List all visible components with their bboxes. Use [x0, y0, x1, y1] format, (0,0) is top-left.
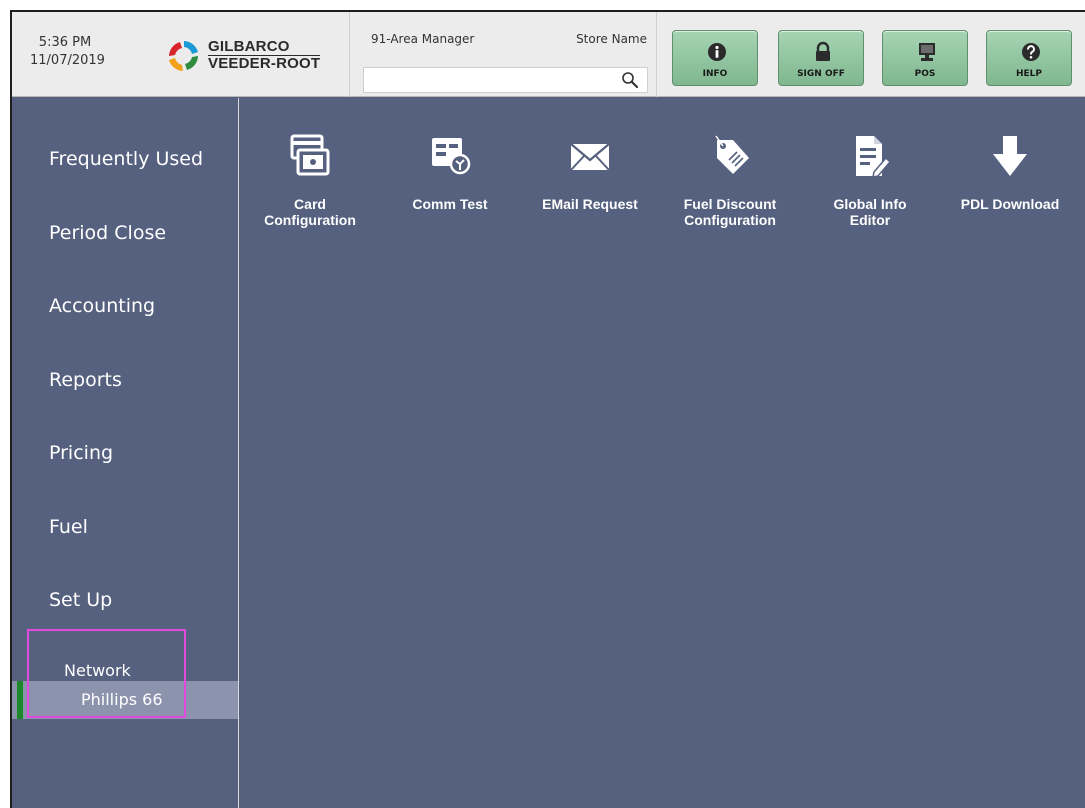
user-role: 91-Area Manager — [371, 32, 475, 46]
sidebar-item-accounting[interactable]: Accounting — [49, 295, 155, 317]
info-icon — [708, 43, 726, 61]
search-icon[interactable] — [621, 71, 639, 89]
clock-date: 11/07/2019 — [30, 53, 105, 68]
tile-label: Comm Test — [412, 196, 488, 212]
help-button-label: HELP — [1015, 69, 1042, 79]
comm-test-icon — [432, 138, 471, 175]
logo-line-1: GILBARCO — [208, 38, 290, 55]
app-window: 5:36 PM 11/07/2019 GILBARCO VEEDER-ROOT … — [10, 10, 1085, 808]
sidebar-item-pricing[interactable]: Pricing — [49, 442, 113, 464]
header-bar: 5:36 PM 11/07/2019 GILBARCO VEEDER-ROOT … — [12, 12, 1085, 97]
gilbarco-logo: GILBARCO VEEDER-ROOT — [165, 36, 335, 76]
email-icon — [570, 143, 610, 171]
tile-label: PDL Download — [960, 196, 1060, 212]
tile-card-configuration[interactable]: Card Configuration — [245, 132, 375, 228]
document-edit-icon — [856, 136, 892, 178]
sign-off-button[interactable]: SIGN OFF — [778, 30, 864, 86]
tile-label: Card Configuration — [264, 196, 356, 228]
search-box[interactable] — [363, 67, 648, 93]
sidebar-item-set-up[interactable]: Set Up — [49, 589, 112, 611]
logo-line-2: VEEDER-ROOT — [208, 55, 321, 72]
tile-comm-test[interactable]: Comm Test — [385, 132, 515, 212]
tile-email-request[interactable]: EMail Request — [525, 132, 655, 212]
help-icon — [1022, 43, 1040, 61]
sign-off-button-label: SIGN OFF — [797, 69, 845, 79]
tag-icon — [715, 135, 749, 174]
sidebar-item-reports[interactable]: Reports — [49, 369, 122, 391]
header-divider — [349, 12, 350, 97]
clock-time: 5:36 PM — [38, 35, 92, 50]
logo-mark-icon — [169, 41, 198, 71]
search-input[interactable] — [364, 68, 614, 92]
monitor-icon — [919, 43, 935, 61]
store-name: Store Name — [576, 32, 647, 46]
pos-button[interactable]: POS — [882, 30, 968, 86]
lock-icon — [816, 41, 830, 61]
info-button[interactable]: INFO — [672, 30, 758, 86]
tile-fuel-discount-configuration[interactable]: Fuel Discount Configuration — [665, 132, 795, 228]
tile-label: Global Info Editor — [833, 196, 907, 228]
pos-button-label: POS — [914, 69, 936, 79]
header-divider — [656, 12, 657, 97]
sidebar: Frequently Used Period Close Accounting … — [12, 98, 239, 808]
sidebar-subitem-label: Phillips 66 — [81, 690, 163, 709]
tile-label: Fuel Discount Configuration — [683, 196, 777, 228]
help-button[interactable]: HELP — [986, 30, 1072, 86]
sidebar-item-period-close[interactable]: Period Close — [49, 222, 166, 244]
sidebar-item-frequently-used[interactable]: Frequently Used — [49, 148, 203, 170]
sidebar-item-fuel[interactable]: Fuel — [49, 516, 88, 538]
selected-indicator — [17, 681, 23, 719]
info-button-label: INFO — [702, 69, 728, 79]
download-arrow-icon — [993, 136, 1027, 176]
datetime: 5:36 PM 11/07/2019 — [30, 34, 140, 70]
tile-label: EMail Request — [542, 196, 638, 212]
card-config-icon — [290, 134, 330, 176]
sidebar-subitem-phillips-66[interactable]: Phillips 66 — [12, 681, 238, 719]
sidebar-subitem-network[interactable]: Network — [64, 661, 131, 680]
tile-pdl-download[interactable]: PDL Download — [945, 132, 1075, 212]
tile-global-info-editor[interactable]: Global Info Editor — [805, 132, 935, 228]
